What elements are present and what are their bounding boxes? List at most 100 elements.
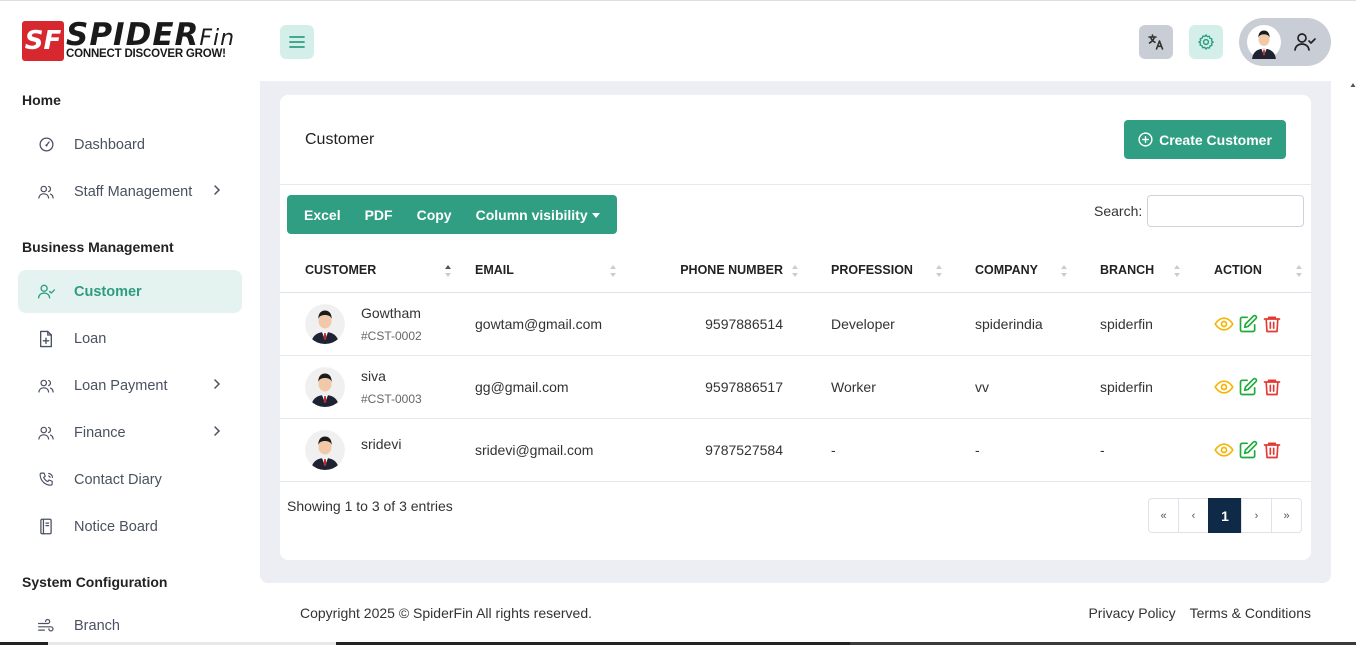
customer-name[interactable]: siva [361,368,422,384]
users-icon [36,423,56,443]
action-cell [1189,292,1311,356]
chevron-right-icon [214,185,221,195]
sidebar-item-staff-management[interactable]: Staff Management [18,170,242,213]
customer-code: #CST-0002 [361,328,422,343]
sidebar-item-notice-board[interactable]: Notice Board [18,505,242,548]
column-header-label: PHONE NUMBER [680,263,783,278]
excel-button[interactable]: Excel [287,207,353,223]
column-header-phone-number[interactable]: PHONE NUMBER [625,249,807,293]
avatar [305,303,345,344]
entries-info: Showing 1 to 3 of 3 entries [287,498,453,514]
column-header-profession[interactable]: PROFESSION [807,249,951,293]
translate-icon [1148,34,1164,50]
copy-button[interactable]: Copy [405,207,464,223]
column-header-label: COMPANY [975,263,1038,278]
scrollbar[interactable] [1350,81,1356,645]
gear-icon [1198,34,1214,50]
settings-button[interactable] [1189,25,1223,59]
sidebar-item-dashboard[interactable]: Dashboard [18,123,242,166]
column-header-action[interactable]: ACTION [1189,249,1311,293]
action-cell [1189,418,1311,482]
pagination-first-button[interactable]: « [1148,498,1179,533]
customer-name[interactable]: Gowtham [361,305,422,321]
column-header-label: ACTION [1214,263,1262,278]
notebook-icon [36,517,56,537]
sidebar-item-finance[interactable]: Finance [18,411,242,454]
action-cell [1189,355,1311,419]
customer-table: CUSTOMER EMAIL PHONE NUMBER PROFESSION C… [280,249,1311,482]
sort-icon [1061,265,1067,277]
sidebar-item-label: Loan Payment [74,377,168,394]
translate-button[interactable] [1139,25,1173,59]
sidebar-item-label: Customer [74,283,142,300]
eye-icon[interactable] [1214,314,1234,334]
avatar [1247,25,1281,59]
gauge-icon [36,135,56,155]
column-header-email[interactable]: EMAIL [460,249,625,293]
sidebar-item-loan[interactable]: Loan [18,317,242,360]
sidebar-item-label: Loan [74,330,107,347]
trash-icon[interactable] [1262,314,1282,334]
eye-icon[interactable] [1214,440,1234,460]
user-check-icon [36,282,56,302]
column-header-company[interactable]: COMPANY [951,249,1076,293]
menu-toggle-button[interactable] [280,25,314,59]
column-header-label: EMAIL [475,263,514,278]
column-header-label: BRANCH [1100,263,1155,278]
terms-conditions-link[interactable]: Terms & Conditions [1190,605,1311,621]
column-visibility-button[interactable]: Column visibility [464,207,617,223]
brand-logo[interactable]: SF SPIDERFin CONNECT DISCOVER GROW! [22,17,242,63]
caret-down-icon [591,213,600,219]
sort-icon [792,265,798,277]
sidebar-section-system-configuration: System Configuration [22,574,168,590]
page-title: Customer [305,131,375,148]
sort-icon [610,265,616,277]
footer-links: Privacy Policy Terms & Conditions [1088,605,1311,621]
privacy-policy-link[interactable]: Privacy Policy [1088,605,1175,621]
logo-mark: SF [22,21,64,61]
column-header-customer[interactable]: CUSTOMER [280,249,460,293]
profession-cell: Developer [807,292,951,356]
pagination-prev-button[interactable]: ‹ [1178,498,1209,533]
sidebar-item-loan-payment[interactable]: Loan Payment [18,364,242,407]
phone-cell: 9597886514 [625,292,807,356]
create-customer-button[interactable]: Create Customer [1124,120,1286,159]
pdf-button[interactable]: PDF [353,207,405,223]
avatar [305,366,345,407]
column-header-label: CUSTOMER [305,263,377,278]
search-input[interactable] [1147,195,1304,227]
phone-icon [36,470,56,490]
edit-icon[interactable] [1238,440,1258,460]
plus-circle-icon [1138,132,1153,147]
sidebar-section-home: Home [22,92,61,108]
company-cell: vv [951,355,1076,419]
sidebar-item-contact-diary[interactable]: Contact Diary [18,458,242,501]
customer-name[interactable]: sridevi [361,436,401,452]
edit-icon[interactable] [1238,377,1258,397]
pagination-next-button[interactable]: › [1241,498,1272,533]
trash-icon[interactable] [1262,440,1282,460]
column-header-branch[interactable]: BRANCH [1076,249,1189,293]
sidebar-section-business-management: Business Management [22,239,174,255]
sort-ascending-icon [445,265,451,277]
sidebar-item-label: Branch [74,617,120,634]
email-cell: sridevi@gmail.com [460,418,625,482]
company-cell: spiderindia [951,292,1076,356]
pagination-last-button[interactable]: » [1271,498,1302,533]
branch-cell: spiderfin [1076,292,1189,356]
edit-icon[interactable] [1238,314,1258,334]
sidebar-item-branch[interactable]: Branch [18,604,242,645]
footer-copyright: Copyright 2025 © SpiderFin All rights re… [300,605,593,621]
sidebar: Home Dashboard Staff Management Business… [0,81,260,645]
eye-icon[interactable] [1214,377,1234,397]
profession-cell: - [807,418,951,482]
user-menu[interactable] [1239,18,1331,66]
trash-icon[interactable] [1262,377,1282,397]
sidebar-item-label: Dashboard [74,136,145,153]
customer-code: #CST-0003 [361,391,422,406]
column-header-label: PROFESSION [831,263,913,278]
pagination-page-button[interactable]: 1 [1208,498,1242,533]
sidebar-item-customer[interactable]: Customer [18,270,242,313]
sort-icon [936,265,942,277]
company-cell: - [951,418,1076,482]
